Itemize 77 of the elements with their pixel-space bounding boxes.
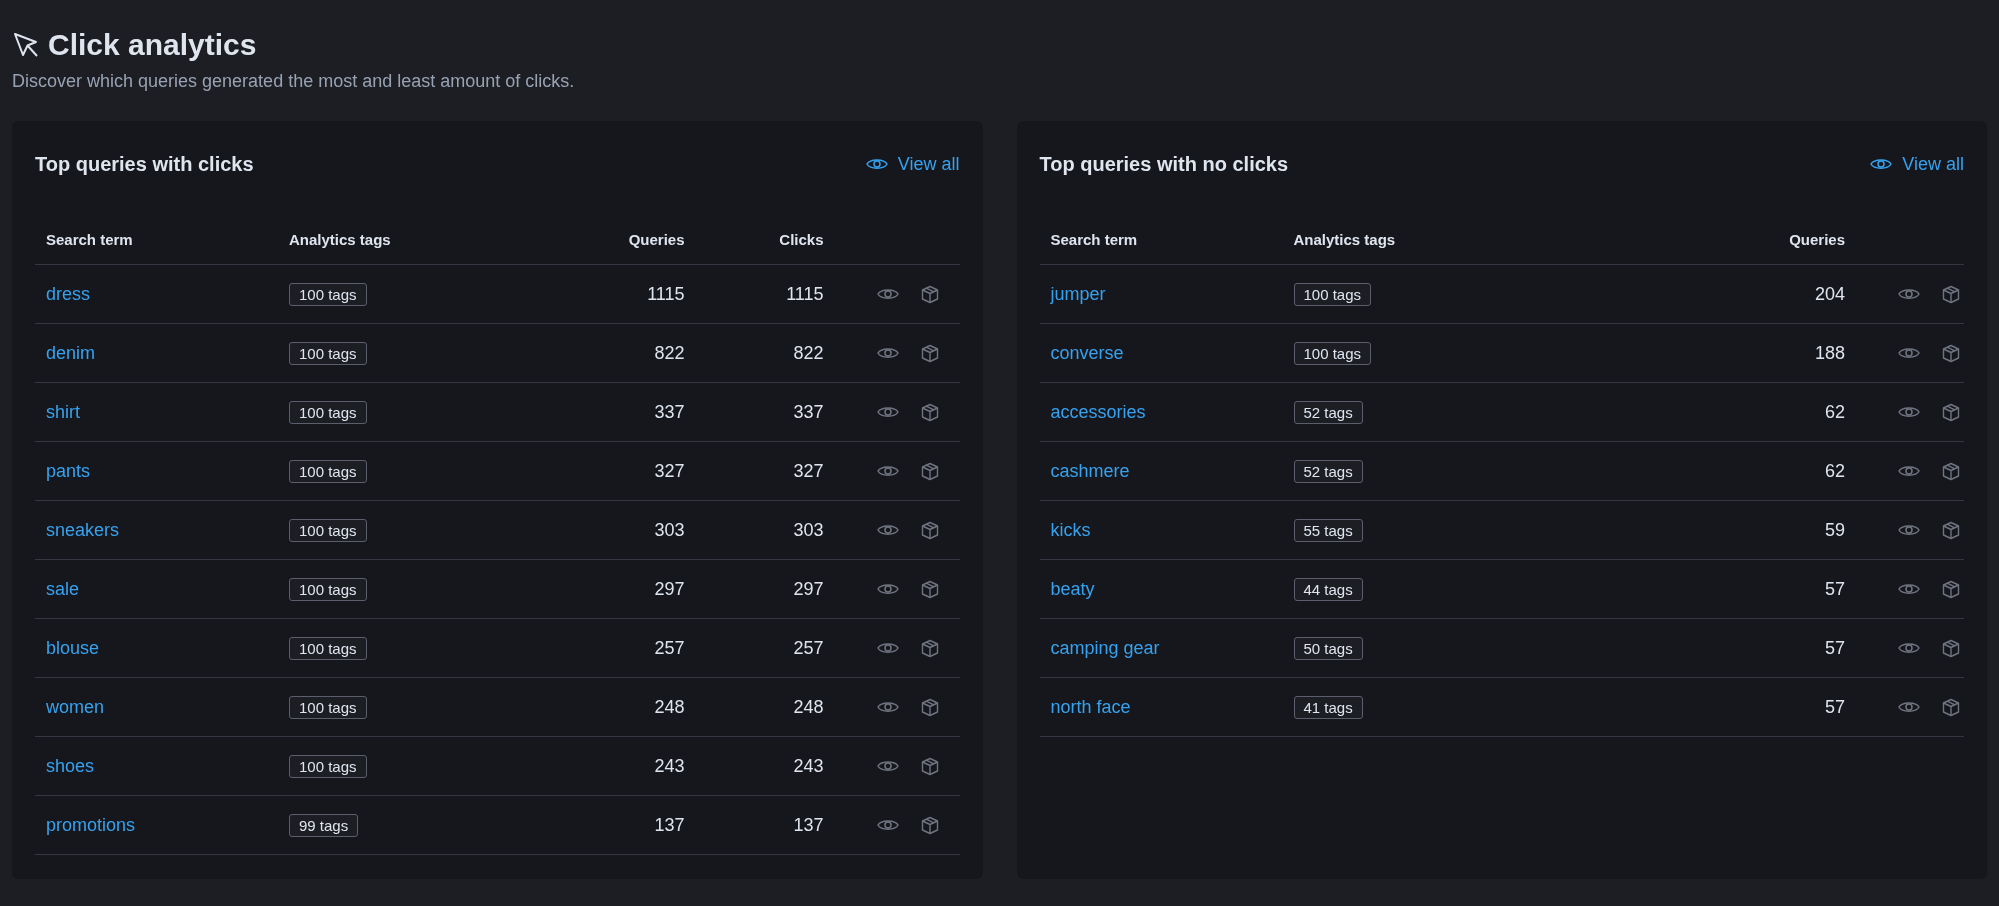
column-header: Analytics tags: [1293, 231, 1396, 248]
tags-badge: 99 tags: [289, 813, 359, 837]
tags-badge: 100 tags: [289, 459, 367, 483]
search-term-link[interactable]: kicks: [1050, 519, 1091, 541]
queries-count: 822: [654, 342, 685, 364]
view-all-link[interactable]: View all: [1870, 153, 1964, 175]
search-term-link[interactable]: jumper: [1050, 283, 1106, 305]
search-term-link[interactable]: women: [46, 696, 105, 718]
queries-count: 248: [654, 696, 685, 718]
queries-count: 303: [654, 519, 685, 541]
search-term-link[interactable]: cashmere: [1050, 460, 1130, 482]
queries-count: 57: [1824, 696, 1845, 718]
column-header: Queries: [628, 231, 685, 248]
tags-badge: 100 tags: [1293, 341, 1372, 365]
queries-count: 188: [1814, 342, 1845, 364]
panel-title: Top queries with clicks: [35, 152, 254, 176]
tags-badge: 100 tags: [289, 518, 367, 542]
queries-count: 57: [1824, 578, 1845, 600]
tags-badge: 50 tags: [1293, 636, 1363, 660]
clicks-count: 243: [793, 755, 824, 777]
queries-count: 243: [654, 755, 685, 777]
page-subtitle: Discover which queries generated the most and least amount of clicks.: [12, 70, 576, 93]
search-term-link[interactable]: dress: [46, 283, 90, 305]
clicks-count: 297: [793, 578, 824, 600]
tags-badge: 100 tags: [1293, 282, 1372, 306]
queries-count: 62: [1824, 401, 1845, 423]
tags-badge: 41 tags: [1293, 695, 1363, 719]
queries-count: 57: [1824, 637, 1845, 659]
column-header: Analytics tags: [289, 231, 391, 248]
column-header: Search term: [1050, 231, 1138, 248]
tags-badge: 100 tags: [289, 282, 367, 306]
view-all-link[interactable]: View all: [865, 153, 960, 175]
queries-count: 327: [654, 460, 685, 482]
search-term-link[interactable]: north face: [1050, 696, 1131, 718]
queries-count: 1115: [647, 283, 685, 305]
tags-badge: 55 tags: [1293, 518, 1363, 542]
queries-count: 204: [1814, 283, 1845, 305]
tags-badge: 100 tags: [289, 577, 367, 601]
tags-badge: 100 tags: [289, 754, 367, 778]
search-term-link[interactable]: sale: [46, 578, 80, 600]
clicks-count: 303: [793, 519, 824, 541]
tags-badge: 100 tags: [289, 341, 367, 365]
clicks-count: 327: [793, 460, 824, 482]
queries-count: 137: [654, 814, 685, 836]
clicks-count: 1115: [786, 283, 824, 305]
panel-title: Top queries with no clicks: [1039, 152, 1289, 176]
queries-count: 62: [1824, 460, 1845, 482]
clicks-count: 257: [793, 637, 824, 659]
queries-count: 337: [654, 401, 685, 423]
queries-count: 257: [654, 637, 685, 659]
column-header: Clicks: [779, 231, 824, 248]
column-header: Search term: [46, 231, 133, 248]
search-term-link[interactable]: shirt: [46, 401, 80, 423]
tags-badge: 52 tags: [1293, 400, 1363, 424]
search-term-link[interactable]: denim: [46, 342, 96, 364]
search-term-link[interactable]: camping gear: [1050, 637, 1160, 659]
clicks-count: 822: [793, 342, 824, 364]
clicks-count: 137: [793, 814, 824, 836]
tags-badge: 100 tags: [289, 400, 367, 424]
tags-badge: 44 tags: [1293, 577, 1363, 601]
search-term-link[interactable]: blouse: [46, 637, 100, 659]
queries-count: 59: [1824, 519, 1845, 541]
tags-badge: 52 tags: [1293, 459, 1363, 483]
queries-count: 297: [654, 578, 685, 600]
search-term-link[interactable]: converse: [1050, 342, 1124, 364]
search-term-link[interactable]: beaty: [1050, 578, 1095, 600]
clicks-count: 337: [793, 401, 824, 423]
page-title: Click analytics: [48, 28, 257, 62]
search-term-link[interactable]: accessories: [1050, 401, 1146, 423]
search-term-link[interactable]: pants: [46, 460, 91, 482]
search-term-link[interactable]: sneakers: [46, 519, 120, 541]
search-term-link[interactable]: shoes: [46, 755, 95, 777]
clicks-count: 248: [793, 696, 824, 718]
column-header: Queries: [1789, 231, 1845, 248]
tags-badge: 100 tags: [289, 636, 367, 660]
search-term-link[interactable]: promotions: [46, 814, 136, 836]
tags-badge: 100 tags: [289, 695, 367, 719]
